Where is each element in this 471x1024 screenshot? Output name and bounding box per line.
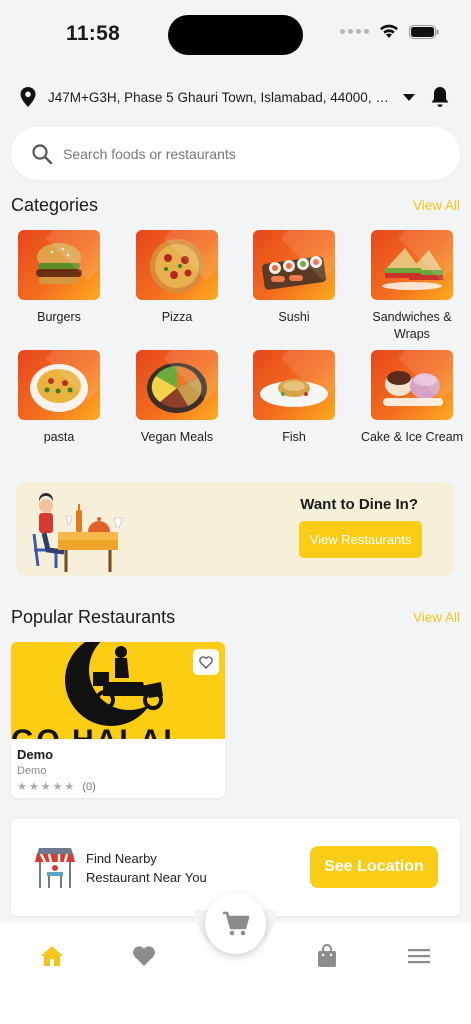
search-bar[interactable] [11,127,460,180]
categories-header: Categories View All [11,195,460,216]
category-label: Cake & Ice Cream [360,430,464,444]
restaurant-name: Demo [17,747,54,762]
cart-icon [222,911,249,935]
rating-count: (0) [82,780,96,793]
signal-dots-icon [340,29,369,34]
category-label: Fish [282,430,306,444]
heart-icon [133,946,155,966]
sandwich-image [371,230,453,300]
category-label: Sandwiches & Wraps [372,310,452,341]
category-pizza[interactable]: Pizza [122,230,232,326]
cake-ice-cream-image [371,350,453,420]
category-sushi[interactable]: Sushi [239,230,349,326]
category-label: pasta [43,430,75,444]
star-icon: ★ [40,781,51,793]
find-nearby-line2: Restaurant Near You [86,870,207,885]
pizza-image [136,230,218,300]
popular-view-all-link[interactable]: View All [413,610,460,625]
heart-outline-icon [199,655,213,669]
dine-in-illustration [32,493,123,572]
category-cake-ice-cream[interactable]: Cake & Ice Cream [357,350,467,446]
category-label: Sushi [278,310,310,324]
category-label: Vegan Meals [140,430,214,444]
dine-in-title: Want to Dine In? [300,496,418,513]
status-bar: 11:58 [0,0,471,70]
logo-text: GO HALAL [11,724,184,739]
popular-header: Popular Restaurants View All [11,607,460,628]
see-location-button[interactable]: See Location [310,846,438,888]
clock: 11:58 [66,22,121,45]
address-bar[interactable]: J47M+G3H, Phase 5 Ghauri Town, Islamabad… [18,82,454,112]
rating: ★ ★ ★ ★ ★ (0) [17,780,96,794]
category-sandwiches[interactable]: Sandwiches & Wraps [357,230,467,343]
restaurant-card[interactable]: GO HALAL Demo Demo ★ ★ ★ ★ ★ (0) [11,642,225,798]
restaurant-stall-icon [35,848,75,888]
favorite-button[interactable] [193,649,219,675]
category-fish[interactable]: Fish [239,350,349,446]
star-icon: ★ [28,781,39,793]
search-input[interactable] [63,145,423,162]
category-burgers[interactable]: Burgers [4,230,114,326]
cart-button[interactable] [205,893,266,954]
popular-title: Popular Restaurants [11,607,176,627]
delivery-address: J47M+G3H, Phase 5 Ghauri Town, Islamabad… [48,89,393,105]
pasta-image [18,350,100,420]
restaurant-logo-image: GO HALAL [11,642,225,739]
category-label: Burgers [37,310,81,324]
vegan-meal-image [136,350,218,420]
categories-title: Categories [11,195,99,215]
nav-home[interactable] [38,942,66,970]
nav-menu[interactable] [405,942,433,970]
sushi-image [253,230,335,300]
bag-icon [318,944,336,967]
star-icon: ★ [17,781,27,793]
category-vegan[interactable]: Vegan Meals [122,350,232,446]
location-pin-icon [20,87,36,107]
star-icon: ★ [52,781,63,793]
nav-orders[interactable] [313,942,341,970]
star-icon: ★ [64,781,75,793]
menu-icon [408,949,430,964]
caret-down-icon[interactable] [403,93,415,101]
home-icon [41,946,63,966]
search-icon [32,143,53,164]
nav-favorites[interactable] [130,942,158,970]
burger-image [18,230,100,300]
battery-icon [409,24,439,39]
bell-icon[interactable] [429,85,451,109]
status-icons [340,24,439,39]
view-restaurants-button[interactable]: View Restaurants [299,521,422,558]
category-label: Pizza [161,310,193,324]
find-nearby-text: Find Nearby Restaurant Near You [86,849,207,887]
dynamic-island [168,15,303,55]
fish-image [253,350,335,420]
categories-view-all-link[interactable]: View All [413,198,460,213]
wifi-icon [380,24,398,38]
restaurant-subtitle: Demo [17,765,47,777]
dine-in-banner: Want to Dine In? View Restaurants [16,482,454,576]
find-nearby-line1: Find Nearby [86,851,157,866]
category-pasta[interactable]: pasta [4,350,114,446]
